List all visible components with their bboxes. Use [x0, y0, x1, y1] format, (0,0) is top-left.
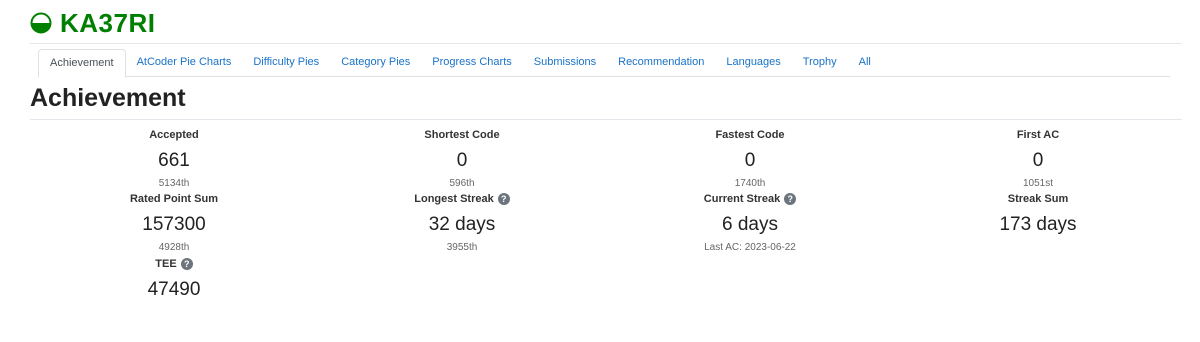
- tab-bar: Achievement AtCoder Pie Charts Difficult…: [38, 49, 1170, 78]
- stat-rank: 3955th: [446, 242, 478, 253]
- tab-achievement[interactable]: Achievement: [38, 49, 126, 78]
- stat-label: First AC: [1016, 129, 1060, 141]
- stat-label: Rated Point Sum: [129, 193, 218, 205]
- tab-trophy[interactable]: Trophy: [792, 49, 848, 76]
- stat-value: 6 days: [722, 214, 778, 235]
- stat-value: 173 days: [999, 214, 1077, 235]
- stat-label-row: TEE ?: [30, 257, 318, 271]
- stat-label: Current Streak: [703, 193, 781, 205]
- tab-atcoder-pie-charts[interactable]: AtCoder Pie Charts: [126, 49, 243, 76]
- page-title: Achievement: [30, 84, 186, 112]
- stat-value: 0: [1032, 150, 1044, 171]
- title-divider: [30, 119, 1182, 120]
- tab-difficulty-pies[interactable]: Difficulty Pies: [242, 49, 330, 76]
- stat-label: Accepted: [149, 129, 199, 141]
- stat-rank: 1051st: [1022, 178, 1054, 189]
- tab-all[interactable]: All: [848, 49, 882, 76]
- username: KA37RI: [60, 7, 156, 38]
- stat-rank: 4928th: [158, 242, 190, 253]
- stat-label-row: Longest Streak ?: [318, 192, 606, 206]
- stat-fastest-code: Fastest Code 0 1740th: [606, 128, 894, 192]
- user-header: KA37RI: [30, 6, 155, 40]
- stat-current-streak: Current Streak ? 6 days Last AC: 2023-06…: [606, 192, 894, 256]
- tab-category-pies[interactable]: Category Pies: [330, 49, 421, 76]
- help-icon[interactable]: ?: [784, 193, 797, 205]
- stat-value: 157300: [142, 214, 206, 235]
- help-icon[interactable]: ?: [497, 193, 510, 205]
- stat-streak-sum: Streak Sum 173 days: [894, 192, 1182, 238]
- stat-rank: 5134th: [158, 178, 190, 189]
- stat-value: 661: [158, 150, 190, 171]
- stat-tee: TEE ? 47490: [30, 257, 318, 303]
- stat-longest-streak: Longest Streak ? 32 days 3955th: [318, 192, 606, 256]
- stat-rank: 1740th: [734, 178, 766, 189]
- stat-label: Fastest Code: [715, 129, 785, 141]
- stat-last-ac: Last AC: 2023-06-22: [704, 242, 796, 253]
- tab-progress-charts[interactable]: Progress Charts: [421, 49, 522, 76]
- stat-label: Longest Streak: [414, 193, 494, 205]
- stat-label: TEE: [155, 258, 177, 270]
- stat-value: 47490: [147, 279, 201, 300]
- stat-rank: 596th: [449, 178, 475, 189]
- stat-value: 32 days: [428, 214, 496, 235]
- header-divider: [30, 43, 1182, 44]
- stat-rated-point-sum: Rated Point Sum 157300 4928th: [30, 192, 318, 256]
- tab-languages[interactable]: Languages: [715, 49, 791, 76]
- stat-shortest-code: Shortest Code 0 596th: [318, 128, 606, 192]
- stat-value: 0: [744, 150, 756, 171]
- stat-accepted: Accepted 661 5134th: [30, 128, 318, 192]
- help-icon[interactable]: ?: [180, 258, 193, 270]
- stat-label: Streak Sum: [1007, 193, 1069, 205]
- tab-submissions[interactable]: Submissions: [523, 49, 607, 76]
- stat-label-row: Current Streak ?: [606, 192, 894, 206]
- tab-recommendation[interactable]: Recommendation: [607, 49, 715, 76]
- stat-first-ac: First AC 0 1051st: [894, 128, 1182, 192]
- stat-label: Shortest Code: [424, 129, 500, 141]
- rating-circle-icon: [30, 12, 52, 34]
- stat-value: 0: [456, 150, 468, 171]
